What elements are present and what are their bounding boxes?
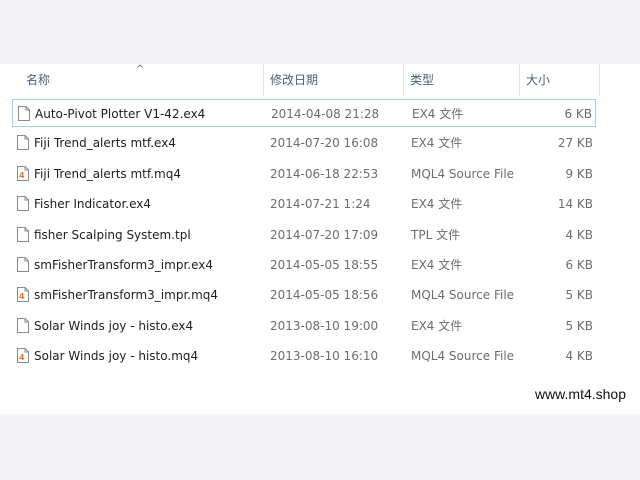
svg-text:4: 4 — [19, 171, 25, 180]
file-date: 2013-08-10 16:10 — [270, 349, 379, 364]
blank-file-icon — [18, 106, 30, 121]
watermark: www.mt4.shop — [534, 386, 626, 402]
file-name: smFisherTransform3_impr.ex4 — [34, 258, 213, 272]
file-name: Solar Winds joy - histo.ex4 — [34, 318, 194, 333]
blank-file-icon — [17, 226, 29, 242]
blank-file-icon — [17, 317, 29, 333]
file-name: Auto-Pivot Plotter V1-42.ex4 — [35, 107, 206, 121]
file-date: 2014-05-05 18:56 — [270, 288, 379, 303]
file-date: 2014-06-18 22:53 — [270, 166, 379, 181]
file-type: EX4 文件 — [412, 107, 464, 121]
file-date: 2014-07-21 1:24 — [270, 197, 371, 212]
file-list-view: ^ 名称 修改日期 类型 大小 Auto-Pivot Plotter V1-42… — [0, 64, 640, 414]
file-name: smFisherTransform3_impr.mq4 — [34, 288, 219, 303]
file-row[interactable]: fisher Scalping System.tpl 2014-07-20 17:… — [12, 221, 596, 249]
file-row[interactable]: Fisher Indicator.ex4 2014-07-21 1:24 EX4 文… — [12, 190, 596, 218]
file-size: 9 KB — [565, 166, 593, 181]
file-name: Fisher Indicator.ex4 — [34, 197, 151, 212]
column-header-date[interactable]: 修改日期 — [264, 64, 404, 96]
file-size: 6 KB — [564, 107, 592, 121]
file-type: MQL4 Source File — [411, 349, 515, 364]
file-size: 4 KB — [565, 349, 593, 364]
file-type: EX4 文件 — [411, 197, 463, 212]
file-date: 2014-04-08 21:28 — [271, 107, 380, 121]
file-row[interactable]: smFisherTransform3_impr.ex4 2014-05-05 18… — [12, 251, 596, 279]
file-date: 2014-07-20 17:09 — [270, 227, 379, 242]
blank-file-icon — [17, 196, 29, 212]
file-date: 2014-07-20 16:08 — [270, 136, 379, 151]
column-header: ^ 名称 修改日期 类型 大小 — [0, 64, 640, 96]
file-type: EX4 文件 — [411, 258, 463, 272]
file-size: 27 KB — [557, 136, 593, 151]
file-row[interactable]: 4 smFisherTransform3_impr.mq4 2014-05-05 1… — [12, 281, 596, 309]
file-row[interactable]: Solar Winds joy - histo.ex4 2013-08-10 19… — [12, 312, 596, 340]
file-date: 2014-05-05 18:55 — [270, 258, 379, 272]
file-name: Fiji Trend_alerts mtf.ex4 — [34, 136, 176, 151]
mql4-file-icon: 4 — [17, 348, 29, 364]
file-size: 5 KB — [565, 288, 593, 303]
file-name: fisher Scalping System.tpl — [34, 227, 191, 242]
svg-text:4: 4 — [19, 292, 25, 301]
file-type: TPL 文件 — [411, 227, 461, 242]
column-header-size[interactable]: 大小 — [520, 64, 600, 96]
file-type: EX4 文件 — [411, 318, 463, 333]
file-row[interactable]: 4 Fiji Trend_alerts mtf.mq4 2014-06-18 22:… — [12, 160, 596, 188]
column-header-type[interactable]: 类型 — [404, 64, 520, 96]
file-row[interactable]: 4 Solar Winds joy - histo.mq4 2013-08-10 1… — [12, 342, 596, 370]
file-name: Solar Winds joy - histo.mq4 — [34, 349, 199, 364]
column-header-name[interactable]: 名称 — [20, 64, 264, 96]
blank-file-icon — [17, 257, 29, 272]
file-type: MQL4 Source File — [411, 166, 515, 181]
mql4-file-icon: 4 — [17, 287, 29, 303]
file-size: 14 KB — [557, 197, 593, 212]
svg-text:4: 4 — [19, 353, 25, 362]
file-name: Fiji Trend_alerts mtf.mq4 — [34, 166, 181, 181]
blank-file-icon — [17, 135, 29, 151]
file-type: MQL4 Source File — [411, 288, 515, 303]
file-row[interactable]: Auto-Pivot Plotter V1-42.ex4 2014-04-08 2… — [12, 99, 596, 127]
file-type: EX4 文件 — [411, 136, 463, 151]
file-size: 6 KB — [565, 258, 593, 272]
file-size: 5 KB — [565, 318, 593, 333]
mql4-file-icon: 4 — [17, 165, 29, 181]
file-date: 2013-08-10 19:00 — [270, 318, 379, 333]
file-row[interactable]: Fiji Trend_alerts mtf.ex4 2014-07-20 16:0… — [12, 129, 596, 157]
file-size: 4 KB — [565, 227, 593, 242]
